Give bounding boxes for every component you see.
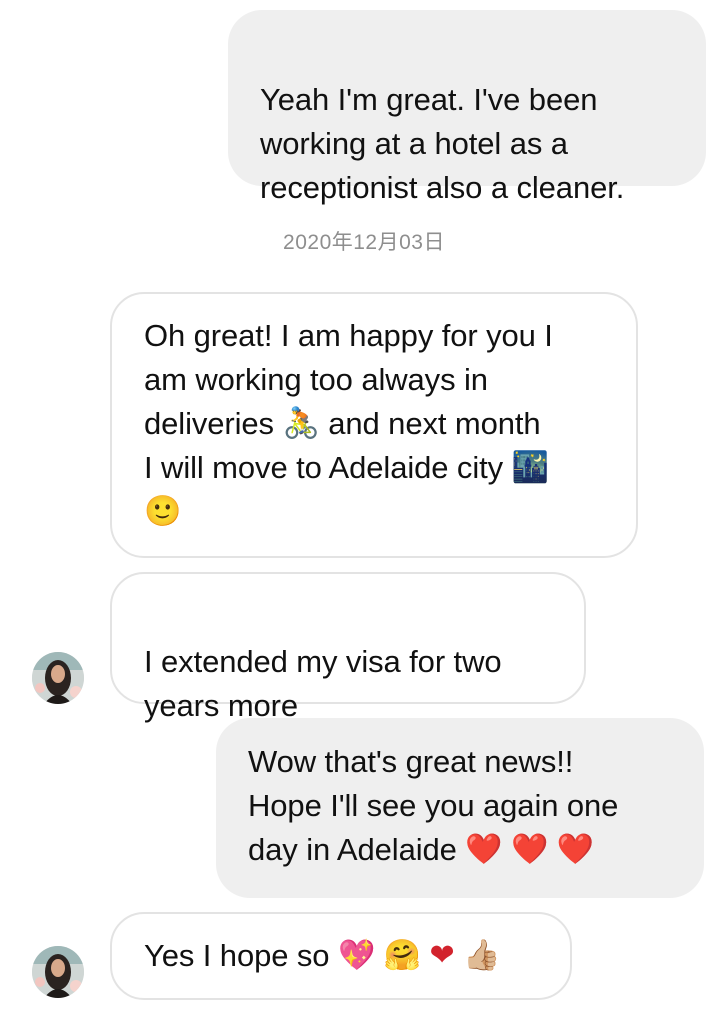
red-heart-emoji-icon: ❤ <box>429 938 455 973</box>
sparkling-heart-emoji-icon: 💖 <box>337 938 376 973</box>
message-line: am working too always in <box>144 362 488 397</box>
message-line: Wow that's great news!! <box>248 744 574 779</box>
incoming-message-bubble[interactable]: Oh great! I am happy for you I am workin… <box>110 292 638 558</box>
message-text: I will move to Adelaide city <box>144 450 504 485</box>
red-heart-emoji-icon: ❤️ <box>465 832 503 867</box>
message-text: I extended my visa for two years more <box>144 644 502 723</box>
contact-avatar[interactable] <box>32 652 84 704</box>
message-thread: Yeah I'm great. I've been working at a h… <box>0 0 728 1024</box>
message-line: Oh great! I am happy for you I <box>144 318 553 353</box>
avatar-image <box>32 946 84 998</box>
hugging-face-emoji-icon: 🤗 <box>383 938 421 973</box>
incoming-message-bubble[interactable]: Yes I hope so 💖 🤗 ❤ 👍🏼 <box>110 912 572 1000</box>
message-line: Hope I'll see you again one <box>248 788 619 823</box>
smile-emoji-icon: 🙂 <box>144 494 182 529</box>
message-text: Yeah I'm great. I've been working at a h… <box>260 82 625 205</box>
city-night-emoji-icon: 🌃 <box>511 450 549 485</box>
outgoing-message-bubble[interactable]: Yeah I'm great. I've been working at a h… <box>228 10 706 205</box>
incoming-message-bubble[interactable]: I extended my visa for two years more <box>110 572 586 723</box>
message-text: Yes I hope so <box>144 938 330 973</box>
red-heart-emoji-icon: ❤️ <box>556 832 595 867</box>
message-line: day in Adelaide ❤️ ❤️ ❤️ <box>248 828 704 872</box>
message-text: deliveries <box>144 406 274 441</box>
avatar-image <box>32 652 84 704</box>
message-line: deliveries 🚴 and next month <box>144 402 636 446</box>
outgoing-message-bubble[interactable]: Wow that's great news!! Hope I'll see yo… <box>216 718 704 898</box>
thumbs-up-emoji-icon: 👍🏼 <box>463 938 501 973</box>
message-line: 🙂 <box>144 490 636 534</box>
red-heart-emoji-icon: ❤️ <box>511 832 549 867</box>
contact-avatar[interactable] <box>32 946 84 998</box>
date-separator: 2020年12月03日 <box>283 231 445 254</box>
message-text: and next month <box>328 406 541 441</box>
message-text: day in Adelaide <box>248 832 457 867</box>
message-line: I will move to Adelaide city 🌃 <box>144 446 636 490</box>
bicycle-emoji-icon: 🚴 <box>282 406 320 441</box>
